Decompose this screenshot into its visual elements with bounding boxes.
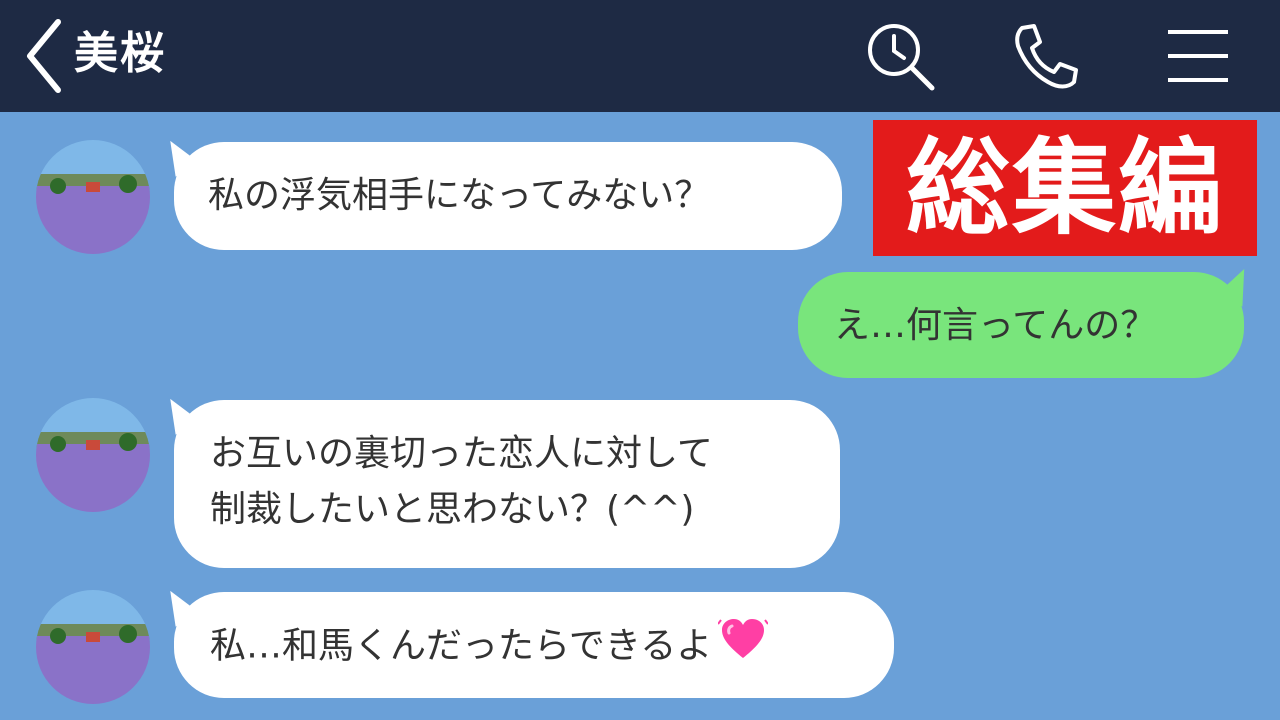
- contact-avatar[interactable]: [36, 140, 150, 254]
- contact-avatar[interactable]: [36, 590, 150, 704]
- hamburger-menu-icon: [1168, 30, 1228, 82]
- message-bubble-outgoing[interactable]: え…何言ってんの？: [798, 263, 1259, 378]
- message-text-line-1: お互いの裏切った恋人に対して: [210, 433, 713, 474]
- message-text-line-2: 制裁したいと思わない？(^^): [210, 489, 695, 530]
- chevron-left-icon: [27, 19, 61, 93]
- compilation-badge: 総集編: [873, 120, 1257, 256]
- lavender-field-image: [36, 140, 150, 254]
- back-button[interactable]: [22, 14, 66, 98]
- contact-avatar[interactable]: [36, 398, 150, 512]
- message-text: 私…和馬くんだったらできるよ: [210, 625, 713, 667]
- message-bubble-incoming[interactable]: 私…和馬くんだったらできるよ: [159, 583, 894, 698]
- message-bubble-incoming[interactable]: お互いの裏切った恋人に対して 制裁したいと思わない？(^^): [159, 391, 840, 568]
- search-clock-icon: [868, 24, 935, 91]
- message-text: 私の浮気相手になってみない？: [208, 175, 711, 216]
- lavender-field-image: [36, 590, 150, 704]
- chat-header: 美桜: [0, 0, 1280, 112]
- call-button[interactable]: [1008, 18, 1084, 94]
- sparkling-heart-icon: [717, 616, 770, 679]
- message-bubble-incoming[interactable]: 私の浮気相手になってみない？: [159, 133, 842, 250]
- message-text: え…何言ってんの？: [834, 305, 1157, 346]
- menu-button[interactable]: [1160, 18, 1236, 94]
- search-button[interactable]: [862, 18, 938, 94]
- phone-icon: [1015, 24, 1078, 89]
- lavender-field-image: [36, 398, 150, 512]
- contact-name[interactable]: 美桜: [74, 22, 166, 86]
